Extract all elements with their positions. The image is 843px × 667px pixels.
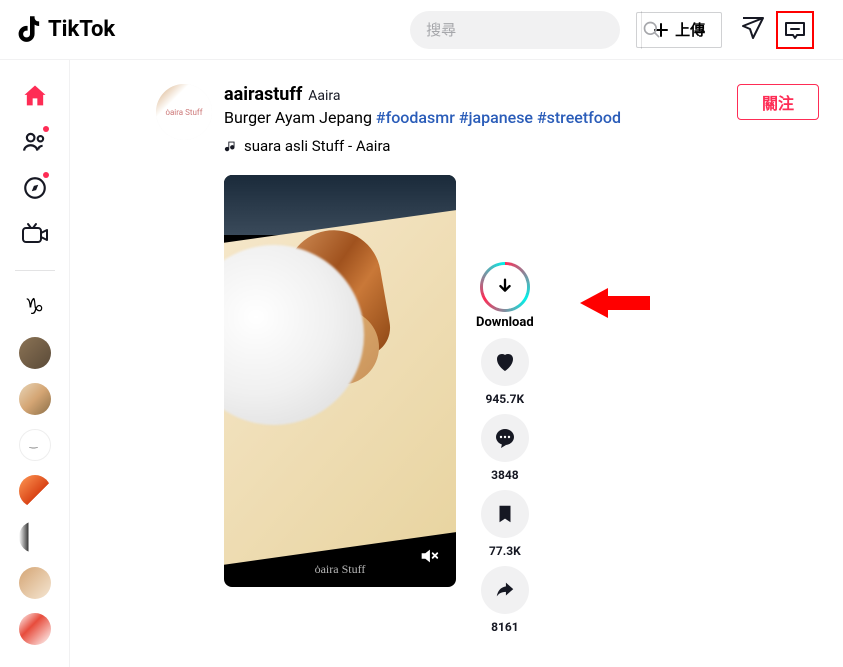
sidebar-separator — [15, 270, 55, 271]
nav-following[interactable] — [19, 126, 51, 158]
inbox-button[interactable] — [776, 11, 814, 49]
author-avatar[interactable]: ȯaira Stuff — [156, 84, 212, 140]
download-arrow-icon — [494, 276, 516, 298]
hashtag-link[interactable]: #streetfood — [537, 108, 621, 127]
mute-button[interactable] — [418, 545, 440, 571]
save-button[interactable] — [481, 490, 529, 538]
share-count: 8161 — [491, 620, 519, 634]
nav-home[interactable] — [19, 80, 51, 112]
nav-live[interactable] — [19, 218, 51, 250]
nav-explore[interactable] — [19, 172, 51, 204]
like-button[interactable] — [481, 338, 529, 386]
comment-action: 3848 — [476, 414, 534, 482]
comment-count: 3848 — [491, 468, 519, 482]
people-icon — [22, 129, 48, 155]
suggested-account-7[interactable] — [19, 613, 51, 645]
volume-mute-icon — [418, 545, 440, 567]
suggested-account-4[interactable] — [19, 475, 51, 507]
music-link[interactable]: suara asli Stuff - Aaira — [224, 137, 725, 155]
share-icon — [494, 579, 516, 601]
share-button[interactable] — [481, 566, 529, 614]
download-label: Download — [476, 315, 534, 330]
brand-text: TikTok — [48, 17, 115, 42]
messages-button[interactable] — [740, 15, 766, 45]
like-count: 945.7K — [486, 392, 525, 406]
comment-button[interactable] — [481, 414, 529, 462]
suggested-account-3[interactable] — [19, 429, 51, 461]
main-content: ȯaira Stuff aairastuff Aaira Burger Ayam… — [70, 60, 843, 667]
video-thumbnail — [224, 175, 456, 587]
music-note-icon — [224, 139, 238, 153]
suggested-account-2[interactable] — [19, 383, 51, 415]
follow-button[interactable]: 關注 — [737, 84, 819, 120]
suggested-account-5[interactable] — [19, 521, 51, 553]
bookmark-icon — [494, 503, 516, 525]
capricorn-icon[interactable]: ♑︎ — [19, 291, 51, 323]
header-bar: TikTok 上傳 — [0, 0, 843, 60]
action-bar: Download 945.7K 3848 — [476, 175, 534, 634]
hashtag-link[interactable]: #foodasmr — [376, 108, 455, 127]
download-action: Download — [476, 265, 534, 330]
annotation-arrow — [580, 283, 650, 323]
paper-plane-icon — [740, 15, 766, 41]
author-displayname[interactable]: Aaira — [308, 88, 340, 104]
share-action: 8161 — [476, 566, 534, 634]
video-player[interactable]: ȯaira Stuff — [224, 175, 456, 587]
sidebar: ♑︎ — [0, 60, 70, 667]
search-input[interactable] — [410, 21, 641, 39]
caption-text: Burger Ayam Jepang — [224, 108, 372, 127]
search-icon — [642, 20, 662, 40]
like-action: 945.7K — [476, 338, 534, 406]
upload-label: 上傳 — [675, 19, 705, 40]
download-button[interactable] — [483, 265, 527, 309]
tiktok-logo[interactable]: TikTok — [16, 14, 115, 46]
compass-icon — [22, 175, 48, 201]
heart-icon — [493, 350, 517, 374]
video-caption: Burger Ayam Jepang #foodasmr #japanese #… — [224, 107, 725, 129]
tiktok-note-icon — [16, 14, 44, 46]
suggested-account-6[interactable] — [19, 567, 51, 599]
live-icon — [21, 220, 49, 248]
search-container — [410, 11, 620, 49]
inbox-icon — [783, 18, 807, 42]
author-username[interactable]: aairastuff — [224, 84, 302, 105]
music-label: suara asli Stuff - Aaira — [244, 137, 390, 155]
save-action: 77.3K — [476, 490, 534, 558]
home-icon — [21, 82, 49, 110]
suggested-account-1[interactable] — [19, 337, 51, 369]
save-count: 77.3K — [489, 544, 521, 558]
hashtag-link[interactable]: #japanese — [459, 108, 533, 127]
comment-icon — [493, 426, 517, 450]
